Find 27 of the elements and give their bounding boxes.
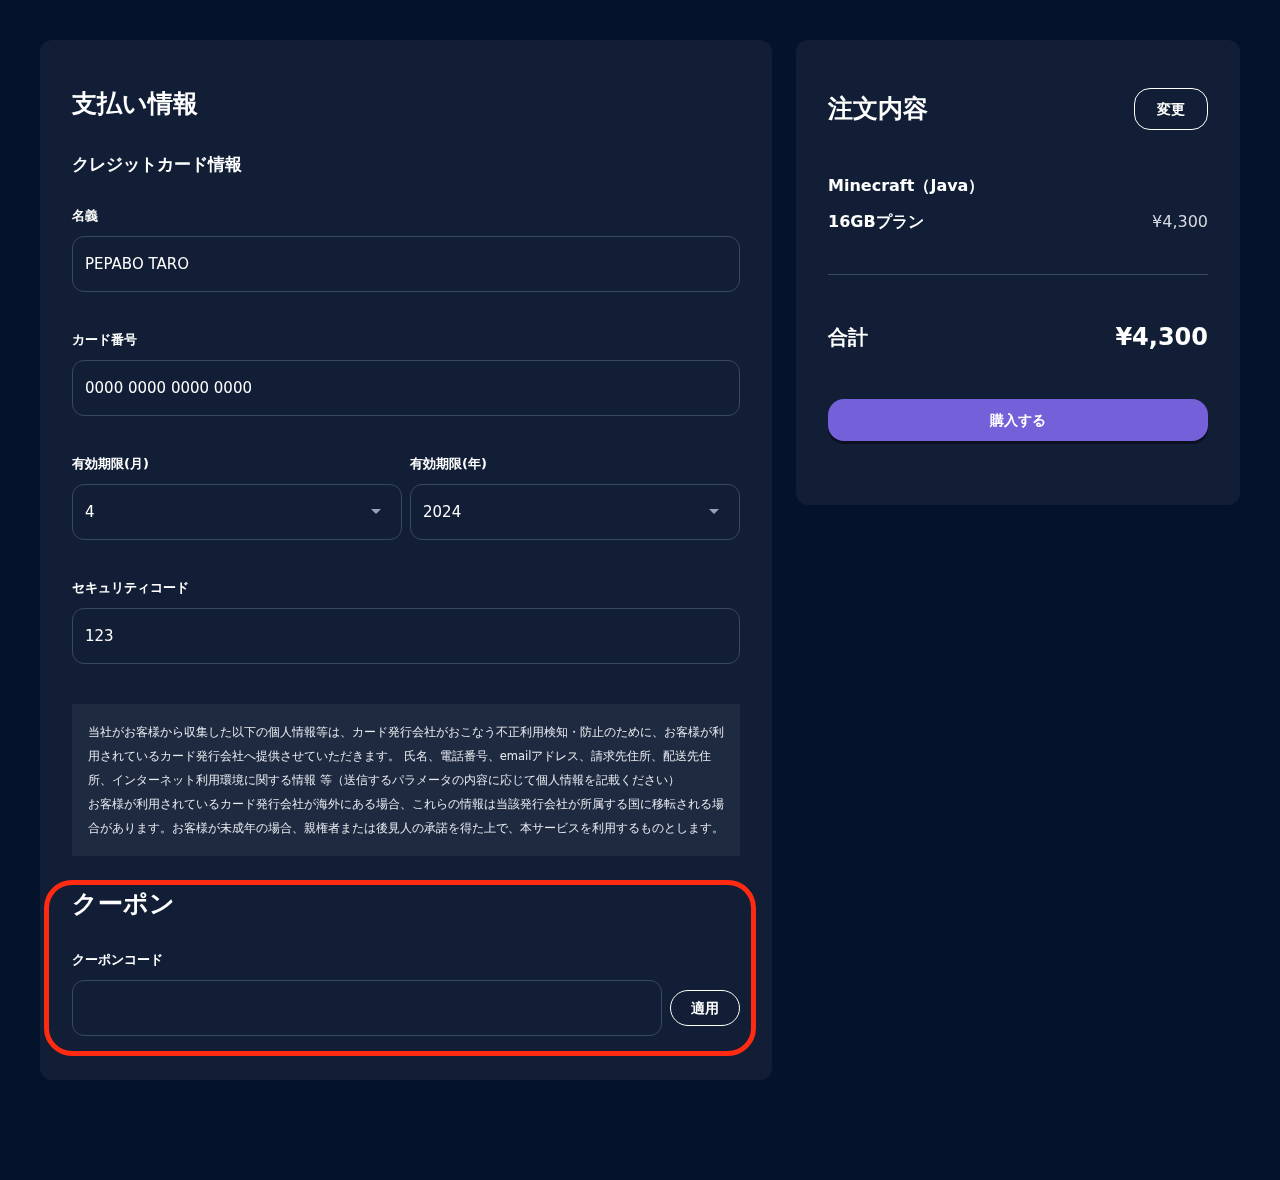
purchase-button[interactable]: 購入する [828,399,1208,441]
notice-paragraph: お客様が利用されているカード発行会社が海外にある場合、これらの情報は当該発行会社が所属する国に移転される場合があります。お客様が未成年の場合、親権者または後見人の承諾を得た上で、本サービスを利用するものとします。 [88,796,724,837]
field-label: 有効期限(月) [72,456,150,472]
notice-paragraph: 当社がお客様から収集した以下の個人情報等は、カード発行会社がおこなう不正利用検知・防止のために、お客様が利用されているカード発行会社へ提供させていただきます。 氏名、電話番号、emailアドレス、請求先住所、配送先住所、インターネット利用環境に関する情報 等（送信するパラメータの内容に応じて個人情報を記載ください） [88,724,724,789]
total-price: ¥4,300 [1115,322,1208,353]
field-label: クーポンコード [72,952,164,968]
field-label: 名義 [72,208,99,224]
input-field[interactable]: PEPABO TARO [72,236,740,292]
coupon-title: クーポン [72,888,176,920]
plan-price: ¥4,300 [1152,211,1208,233]
field-label: 有効期限(年) [410,456,488,472]
field-label: セキュリティコード [72,580,190,596]
dropdown-caret-icon [709,509,719,515]
plan-name: 16GBプラン [828,211,924,233]
select-field[interactable]: 4 [72,484,402,540]
input-field[interactable]: 0000 0000 0000 0000 [72,360,740,416]
select-field[interactable]: 2024 [410,484,740,540]
coupon-input-field[interactable] [72,980,662,1036]
dropdown-caret-icon [371,509,381,515]
change-button[interactable]: 変更 [1134,88,1208,130]
input-field[interactable]: 123 [72,608,740,664]
order-title: 注文内容 [828,93,928,125]
total-label: 合計 [828,324,868,351]
product-name: Minecraft（Java） [828,175,986,197]
section-subtitle: クレジットカード情報 [72,153,243,176]
field-label: カード番号 [72,332,138,348]
payment-title: 支払い情報 [72,88,199,120]
